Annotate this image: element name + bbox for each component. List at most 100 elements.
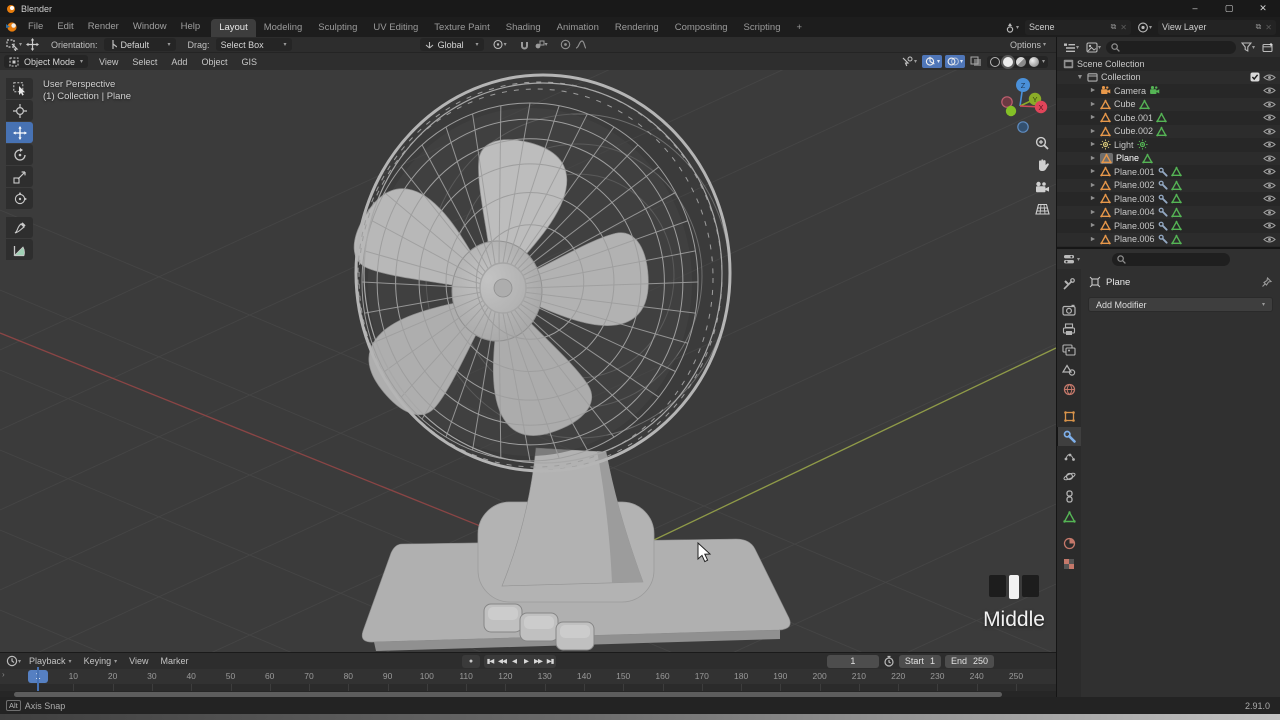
timeline-expand-arrow[interactable]: › (2, 670, 5, 679)
viewport-menu-select[interactable]: Select (125, 57, 164, 67)
collection-checkbox[interactable] (1250, 72, 1260, 82)
object-data-tab[interactable] (1057, 507, 1081, 526)
transform-orientation-dropdown[interactable]: Global ▾ (419, 38, 484, 51)
tab-sculpting[interactable]: Sculpting (310, 19, 365, 37)
wireframe-shading-button[interactable] (989, 56, 1000, 67)
mode-dropdown[interactable]: Object Mode ▾ (4, 55, 89, 68)
scene-tab[interactable] (1057, 360, 1081, 379)
scene-selector[interactable]: Scene ⧉ ✕ (1024, 19, 1131, 35)
outliner-row-plane-006[interactable]: ► Plane.006 (1057, 232, 1280, 246)
orientation-dropdown[interactable]: Default ▾ (103, 38, 176, 51)
menu-window[interactable]: Window (126, 17, 174, 37)
annotate-tool[interactable] (6, 217, 33, 238)
disclosure-arrow-icon[interactable]: ► (1089, 87, 1097, 94)
disclosure-arrow-icon[interactable]: ► (1089, 195, 1097, 202)
particles-tab[interactable] (1057, 447, 1081, 466)
world-tab[interactable] (1057, 380, 1081, 399)
tab-rendering[interactable]: Rendering (607, 19, 667, 37)
texture-tab[interactable] (1057, 554, 1081, 573)
add-workspace-button[interactable]: + (788, 19, 810, 37)
select-box-tool[interactable] (6, 78, 33, 99)
outliner-row-cube-002[interactable]: ► Cube.002 (1057, 124, 1280, 138)
material-preview-button[interactable] (1015, 56, 1026, 67)
proportional-editing-icon[interactable] (558, 38, 573, 52)
tab-compositing[interactable]: Compositing (667, 19, 736, 37)
disclosure-arrow-icon[interactable]: ► (1089, 114, 1097, 121)
new-view-layer-icon[interactable]: ⧉ (1256, 22, 1262, 32)
physics-tab[interactable] (1057, 467, 1081, 486)
timeline-menu-marker[interactable]: Marker (154, 656, 194, 666)
zoom-view-icon[interactable] (1032, 133, 1052, 153)
outliner-filter-type-dropdown[interactable]: ▾ (1084, 40, 1103, 54)
transform-tool[interactable] (6, 188, 33, 209)
current-frame-field[interactable]: 1 (826, 654, 879, 668)
outliner-row-cube-001[interactable]: ► Cube.001 (1057, 111, 1280, 125)
move-tool-icon[interactable] (24, 38, 41, 52)
end-frame-field[interactable]: End 250 (944, 654, 994, 668)
camera-view-icon[interactable] (1032, 177, 1052, 197)
tab-uv-editing[interactable]: UV Editing (365, 19, 426, 37)
pin-icon[interactable] (1261, 276, 1272, 288)
disclosure-arrow-icon[interactable]: ► (1089, 209, 1097, 216)
hide-viewport-eye-icon[interactable] (1263, 73, 1276, 82)
start-frame-field[interactable]: Start 1 (898, 654, 941, 668)
hide-viewport-eye-icon[interactable] (1263, 113, 1276, 122)
menu-file[interactable]: File (21, 17, 50, 37)
jump-to-end-button[interactable]: ▶▮ (544, 655, 556, 668)
disclosure-arrow-icon[interactable]: ▼ (1076, 74, 1084, 81)
snap-magnet-icon[interactable] (517, 38, 532, 52)
overlays-toggle[interactable]: ▾ (944, 55, 965, 68)
outliner-search-field[interactable] (1106, 40, 1236, 54)
disclosure-arrow-icon[interactable]: ► (1089, 222, 1097, 229)
outliner-row-plane-005[interactable]: ► Plane.005 (1057, 219, 1280, 233)
jump-to-start-button[interactable]: ▮◀ (484, 655, 496, 668)
blender-menu-icon[interactable] (5, 21, 19, 33)
disclosure-arrow-icon[interactable]: ► (1089, 155, 1097, 162)
hide-viewport-eye-icon[interactable] (1263, 154, 1276, 163)
minimize-button[interactable]: – (1178, 0, 1212, 17)
xray-toggle[interactable] (968, 55, 984, 68)
outliner-row-plane[interactable]: ► Plane (1057, 151, 1280, 165)
measure-tool[interactable] (6, 239, 33, 260)
output-tab[interactable] (1057, 320, 1081, 339)
tab-layout[interactable]: Layout (211, 19, 256, 37)
close-button[interactable]: ✕ (1246, 0, 1280, 17)
modifiers-tab[interactable] (1057, 427, 1081, 446)
timeline-menu-playback[interactable]: Playback ▾ (23, 656, 78, 666)
menu-help[interactable]: Help (174, 17, 208, 37)
jump-to-next-keyframe-button[interactable]: ▶▶ (532, 655, 544, 668)
disclosure-arrow-icon[interactable]: ► (1089, 182, 1097, 189)
timeline-menu-view[interactable]: View (123, 656, 154, 666)
hide-viewport-eye-icon[interactable] (1263, 221, 1276, 230)
outliner-row-light[interactable]: ► Light (1057, 138, 1280, 152)
menu-edit[interactable]: Edit (50, 17, 80, 37)
previous-frame-button[interactable]: ◀ (508, 655, 520, 668)
scene-browse-icon[interactable]: ▾ (1002, 20, 1021, 34)
tab-scripting[interactable]: Scripting (736, 19, 789, 37)
pan-view-icon[interactable] (1032, 155, 1052, 175)
outliner-row-plane-002[interactable]: ► Plane.002 (1057, 178, 1280, 192)
timeline-editor-type-dropdown[interactable]: ▾ (4, 654, 23, 668)
proportional-falloff-icon[interactable] (573, 38, 589, 52)
maximize-button[interactable]: ▢ (1212, 0, 1246, 17)
snap-settings-dropdown[interactable]: ▾ (532, 38, 550, 52)
unlink-scene-icon[interactable]: ✕ (1120, 23, 1127, 32)
toggle-perspective-icon[interactable] (1032, 199, 1052, 219)
material-tab[interactable] (1057, 534, 1081, 553)
use-preview-range-icon[interactable] (883, 655, 895, 667)
timeline-tick-band[interactable] (0, 684, 1056, 691)
viewport-menu-object[interactable]: Object (194, 57, 234, 67)
object-tab[interactable] (1057, 407, 1081, 426)
hide-viewport-eye-icon[interactable] (1263, 235, 1276, 244)
view-layer-browse-icon[interactable]: ▾ (1135, 20, 1154, 34)
jump-to-prev-keyframe-button[interactable]: ◀◀ (496, 655, 508, 668)
hide-viewport-eye-icon[interactable] (1263, 208, 1276, 217)
viewport-menu-gis[interactable]: GIS (234, 57, 264, 67)
rotate-tool[interactable] (6, 144, 33, 165)
move-tool[interactable] (6, 122, 33, 143)
constraints-tab[interactable] (1057, 487, 1081, 506)
disclosure-arrow-icon[interactable]: ► (1089, 128, 1097, 135)
outliner-row-cube[interactable]: ► Cube (1057, 97, 1280, 111)
gizmo-minus-x-ball[interactable] (1001, 96, 1013, 108)
hide-viewport-eye-icon[interactable] (1263, 127, 1276, 136)
